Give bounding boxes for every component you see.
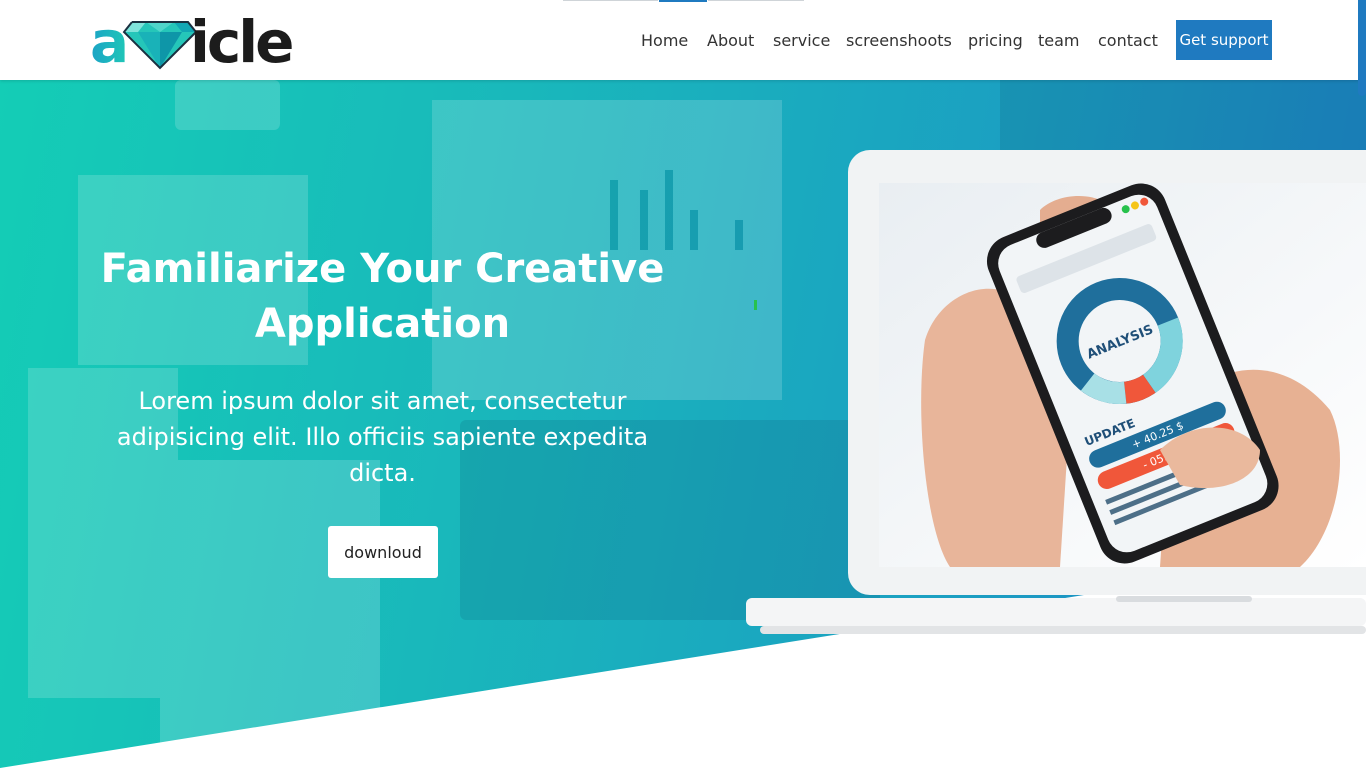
nav-divider (563, 0, 658, 1)
svg-text:icle: icle (190, 8, 292, 70)
nav-divider (708, 0, 804, 1)
nav-pricing[interactable]: pricing (968, 31, 1023, 50)
hero-title: Familiarize Your Creative Application (100, 246, 665, 347)
nav-about[interactable]: About (707, 31, 754, 50)
diamond-icon (122, 21, 198, 70)
site-logo[interactable]: a icle (90, 0, 335, 70)
hero-section: Familiarize Your Creative Application Lo… (0, 80, 1366, 768)
laptop-mockup: ANALYSIS UPDATE + 40.25 $ - 05.75 $ (746, 150, 1366, 634)
nav-active-indicator (659, 0, 707, 2)
nav-service[interactable]: service (773, 31, 830, 50)
nav-screenshoots[interactable]: screenshoots (846, 31, 952, 50)
scrollbar-thumb[interactable] (1358, 0, 1366, 96)
nav-team[interactable]: team (1038, 31, 1080, 50)
site-header: a icle Home About service screenshoots p… (0, 0, 1366, 80)
get-support-button[interactable]: Get support (1176, 20, 1272, 60)
hero-description: Lorem ipsum dolor sit amet, consectetur … (116, 387, 649, 487)
nav-home[interactable]: Home (641, 31, 688, 50)
svg-text:a: a (90, 8, 129, 70)
download-button[interactable]: downloud (328, 526, 438, 578)
nav-contact[interactable]: contact (1098, 31, 1158, 50)
